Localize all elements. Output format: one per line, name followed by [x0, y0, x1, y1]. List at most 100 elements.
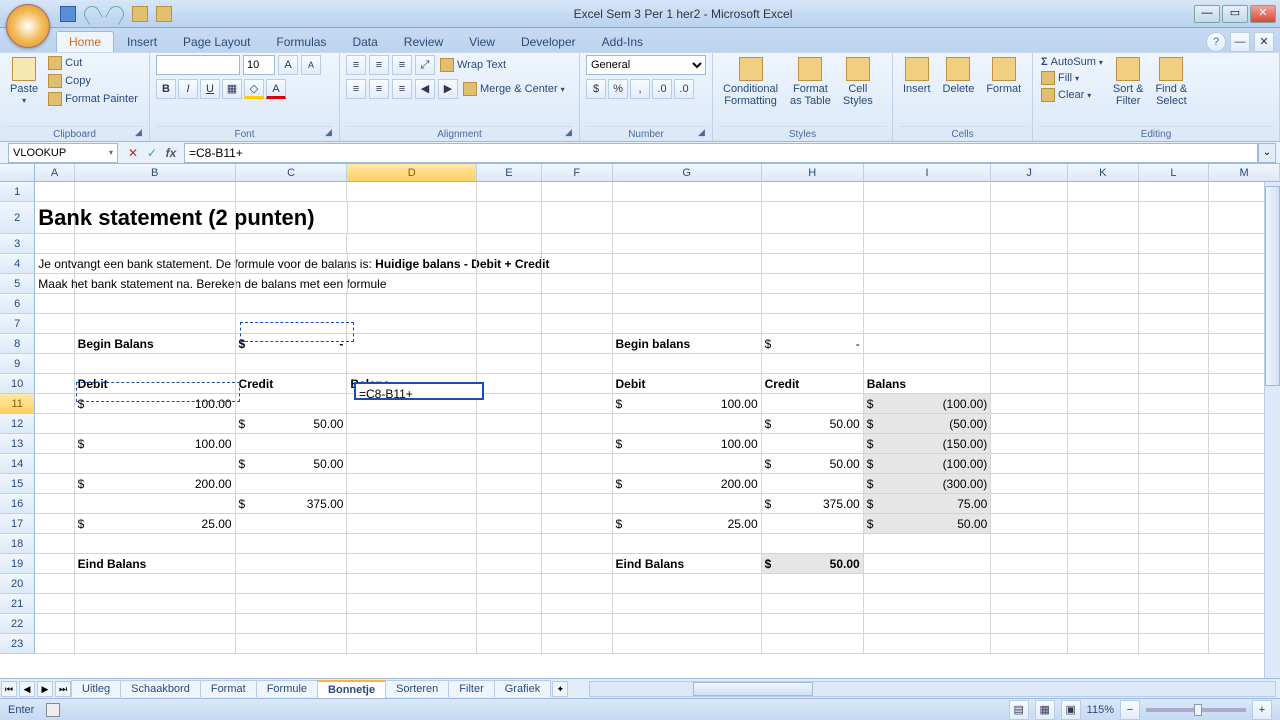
- cell-C13[interactable]: [236, 434, 348, 454]
- cell-A11[interactable]: [35, 394, 74, 414]
- row-header[interactable]: 22: [0, 614, 35, 634]
- cell-L11[interactable]: [1139, 394, 1210, 414]
- tab-review[interactable]: Review: [391, 31, 456, 52]
- cell-B23[interactable]: [75, 634, 236, 654]
- cell-B17[interactable]: $25.00: [75, 514, 236, 534]
- cell-C3[interactable]: [236, 234, 348, 254]
- cell-B6[interactable]: [75, 294, 236, 314]
- cell-D19[interactable]: [347, 554, 477, 574]
- italic-button[interactable]: I: [178, 79, 198, 99]
- cell-D20[interactable]: [347, 574, 477, 594]
- tab-data[interactable]: Data: [339, 31, 390, 52]
- col-header[interactable]: C: [236, 164, 348, 181]
- number-format-select[interactable]: General: [586, 55, 706, 75]
- cell-I14[interactable]: $(100.00): [864, 454, 992, 474]
- cell-D17[interactable]: [347, 514, 477, 534]
- row-header[interactable]: 9: [0, 354, 35, 374]
- zoom-in-icon[interactable]: +: [1252, 700, 1272, 720]
- cell-J17[interactable]: [991, 514, 1068, 534]
- cell-G9[interactable]: [613, 354, 762, 374]
- sheet-tab[interactable]: Format: [200, 680, 257, 697]
- sheet-tab[interactable]: Schaakbord: [120, 680, 201, 697]
- cell-E16[interactable]: [477, 494, 542, 514]
- delete-cells-button[interactable]: Delete: [939, 55, 979, 97]
- name-box[interactable]: VLOOKUP▾: [8, 143, 118, 163]
- cell-G4[interactable]: [613, 254, 762, 274]
- spreadsheet-grid[interactable]: A B C D E F G H I J K L M 12Bank stateme…: [0, 164, 1280, 678]
- cell-C23[interactable]: [236, 634, 348, 654]
- cell-H18[interactable]: [762, 534, 864, 554]
- cell-B21[interactable]: [75, 594, 236, 614]
- cell-A23[interactable]: [35, 634, 74, 654]
- cell-C19[interactable]: [236, 554, 348, 574]
- font-color-button[interactable]: A: [266, 79, 286, 99]
- cell-J23[interactable]: [991, 634, 1068, 654]
- fill-color-button[interactable]: ◇: [244, 79, 264, 99]
- cell-B3[interactable]: [75, 234, 236, 254]
- cell-G21[interactable]: [613, 594, 762, 614]
- cell-E9[interactable]: [477, 354, 542, 374]
- row-header[interactable]: 11: [0, 394, 35, 414]
- dialog-launcher-icon[interactable]: ◢: [135, 127, 147, 139]
- cell-C8[interactable]: $-: [236, 334, 348, 354]
- cell-G5[interactable]: [613, 274, 762, 294]
- cell-F12[interactable]: [542, 414, 613, 434]
- cell-H1[interactable]: [762, 182, 864, 202]
- cell-G20[interactable]: [613, 574, 762, 594]
- zoom-out-icon[interactable]: −: [1120, 700, 1140, 720]
- cell-J5[interactable]: [991, 274, 1068, 294]
- col-header[interactable]: A: [35, 164, 74, 181]
- cell-D23[interactable]: [347, 634, 477, 654]
- cell-B14[interactable]: [75, 454, 236, 474]
- cell-K9[interactable]: [1068, 354, 1139, 374]
- cell-A15[interactable]: [35, 474, 74, 494]
- cell-F17[interactable]: [542, 514, 613, 534]
- cell-F13[interactable]: [542, 434, 613, 454]
- cell-J4[interactable]: [991, 254, 1068, 274]
- cell-D6[interactable]: [347, 294, 477, 314]
- cell-H14[interactable]: $50.00: [762, 454, 864, 474]
- underline-button[interactable]: U: [200, 79, 220, 99]
- cell-E11[interactable]: [477, 394, 542, 414]
- save-icon[interactable]: [60, 6, 76, 22]
- cell-A8[interactable]: [35, 334, 74, 354]
- cell-I15[interactable]: $(300.00): [864, 474, 992, 494]
- cell-E8[interactable]: [477, 334, 542, 354]
- col-header[interactable]: D: [347, 164, 477, 181]
- cell-E5[interactable]: [477, 274, 542, 294]
- row-header[interactable]: 2: [0, 202, 35, 234]
- sheet-tab[interactable]: Uitleg: [71, 680, 121, 697]
- cell-H11[interactable]: [762, 394, 864, 414]
- cell-A9[interactable]: [35, 354, 74, 374]
- cell-H5[interactable]: [762, 274, 864, 294]
- cell-J13[interactable]: [991, 434, 1068, 454]
- cell-K17[interactable]: [1068, 514, 1139, 534]
- cell-J9[interactable]: [991, 354, 1068, 374]
- cell-F22[interactable]: [542, 614, 613, 634]
- help-icon[interactable]: ?: [1206, 32, 1226, 52]
- cell-D16[interactable]: [347, 494, 477, 514]
- cell-H4[interactable]: [762, 254, 864, 274]
- cell-I6[interactable]: [864, 294, 992, 314]
- cell-F4[interactable]: [542, 254, 613, 274]
- cell-K21[interactable]: [1068, 594, 1139, 614]
- cell-E14[interactable]: [477, 454, 542, 474]
- grow-font-icon[interactable]: A: [278, 55, 298, 75]
- select-all-corner[interactable]: [0, 164, 35, 181]
- cell-D18[interactable]: [347, 534, 477, 554]
- cancel-formula-icon[interactable]: ✕: [124, 144, 142, 162]
- cell-J8[interactable]: [991, 334, 1068, 354]
- cell-F2[interactable]: [542, 202, 613, 234]
- cell-B15[interactable]: $200.00: [75, 474, 236, 494]
- clear-button[interactable]: Clear▾: [1039, 87, 1105, 103]
- cell-B20[interactable]: [75, 574, 236, 594]
- cell-I2[interactable]: [864, 202, 992, 234]
- cell-G15[interactable]: $200.00: [613, 474, 762, 494]
- cell-G18[interactable]: [613, 534, 762, 554]
- horizontal-scrollbar[interactable]: [589, 681, 1276, 697]
- cell-C2[interactable]: [236, 202, 348, 234]
- row-header[interactable]: 8: [0, 334, 35, 354]
- vertical-scrollbar[interactable]: [1264, 182, 1280, 678]
- cell-C6[interactable]: [236, 294, 348, 314]
- cell-H8[interactable]: $-: [762, 334, 864, 354]
